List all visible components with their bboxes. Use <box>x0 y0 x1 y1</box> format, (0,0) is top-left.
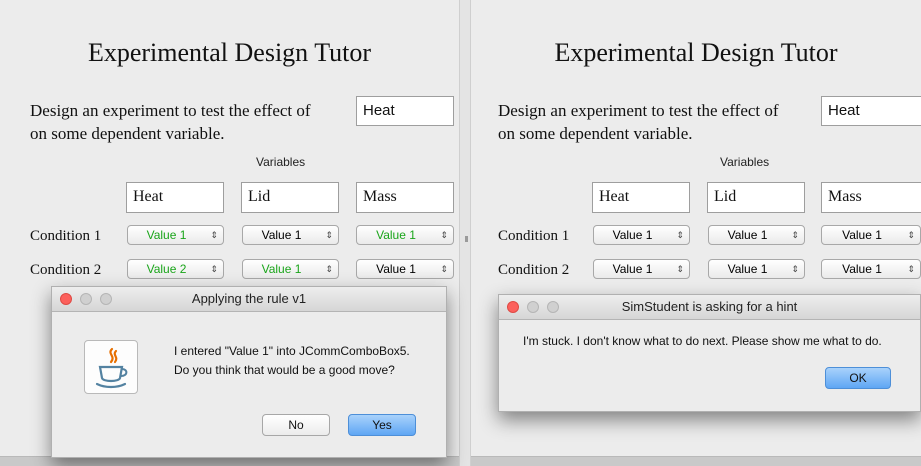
updown-arrow-icon: ⇕ <box>676 230 684 240</box>
updown-arrow-icon: ⇕ <box>210 230 218 240</box>
variable-header-mass[interactable]: Mass <box>821 182 921 213</box>
condition-2-lid-combo[interactable]: Value 1 ⇕ <box>242 259 339 279</box>
condition-1-label: Condition 1 <box>30 228 102 244</box>
condition-1-mass-combo[interactable]: Value 1 ⇕ <box>356 225 454 245</box>
ok-button[interactable]: OK <box>825 367 891 389</box>
condition-2-heat-combo[interactable]: Value 1 ⇕ <box>593 259 690 279</box>
rule-confirm-dialog: Applying the rule v1 I entered "Value 1"… <box>51 286 447 458</box>
updown-arrow-icon: ⇕ <box>907 230 915 240</box>
variables-label: Variables <box>256 155 306 169</box>
variables-label: Variables <box>720 155 770 169</box>
prompt-line-2: on some dependent variable. <box>30 124 225 143</box>
updown-arrow-icon: ⇕ <box>210 264 218 274</box>
updown-arrow-icon: ⇕ <box>791 264 799 274</box>
condition-1-heat-combo[interactable]: Value 1 ⇕ <box>593 225 690 245</box>
updown-arrow-icon: ⇕ <box>440 230 448 240</box>
updown-arrow-icon: ⇕ <box>907 264 915 274</box>
prompt-line-1: Design an experiment to test the effect … <box>498 101 779 120</box>
variable-header-lid[interactable]: Lid <box>707 182 805 213</box>
prompt-line-1: Design an experiment to test the effect … <box>30 101 311 120</box>
variable-header-mass[interactable]: Mass <box>356 182 454 213</box>
dialog-message: I'm stuck. I don't know what to do next.… <box>523 334 882 348</box>
no-button[interactable]: No <box>262 414 330 436</box>
java-coffee-cup-icon <box>84 340 138 394</box>
divider-grip-icon <box>465 236 468 242</box>
condition-1-label: Condition 1 <box>498 228 570 244</box>
updown-arrow-icon: ⇕ <box>440 264 448 274</box>
variable-header-heat[interactable]: Heat <box>126 182 224 213</box>
effect-variable-field[interactable]: Heat <box>356 96 454 126</box>
updown-arrow-icon: ⇕ <box>325 264 333 274</box>
variable-header-lid[interactable]: Lid <box>241 182 339 213</box>
updown-arrow-icon: ⇕ <box>325 230 333 240</box>
split-pane-divider[interactable] <box>459 0 471 466</box>
condition-2-mass-combo[interactable]: Value 1 ⇕ <box>821 259 921 279</box>
condition-1-mass-combo[interactable]: Value 1 ⇕ <box>821 225 921 245</box>
page-title: Experimental Design Tutor <box>87 38 372 67</box>
updown-arrow-icon: ⇕ <box>791 230 799 240</box>
dialog-title: SimStudent is asking for a hint <box>621 299 798 314</box>
hint-request-dialog: SimStudent is asking for a hint I'm stuc… <box>498 294 921 412</box>
condition-2-heat-combo[interactable]: Value 2 ⇕ <box>127 259 224 279</box>
condition-2-mass-combo[interactable]: Value 1 ⇕ <box>356 259 454 279</box>
yes-button[interactable]: Yes <box>348 414 416 436</box>
page-title: Experimental Design Tutor <box>554 38 838 67</box>
updown-arrow-icon: ⇕ <box>676 264 684 274</box>
variable-header-heat[interactable]: Heat <box>592 182 690 213</box>
dialog-titlebar[interactable]: Applying the rule v1 <box>52 287 446 312</box>
dialog-message-line-2: Do you think that would be a good move? <box>174 363 395 377</box>
dialog-titlebar[interactable]: SimStudent is asking for a hint <box>499 295 920 320</box>
dialog-title: Applying the rule v1 <box>191 291 307 306</box>
effect-variable-field[interactable]: Heat <box>821 96 921 126</box>
condition-2-lid-combo[interactable]: Value 1 ⇕ <box>708 259 805 279</box>
condition-1-lid-combo[interactable]: Value 1 ⇕ <box>708 225 805 245</box>
right-status-bar <box>471 456 921 466</box>
condition-2-label: Condition 2 <box>30 262 102 278</box>
dialog-message-line-1: I entered "Value 1" into JCommComboBox5. <box>174 344 410 358</box>
condition-1-lid-combo[interactable]: Value 1 ⇕ <box>242 225 339 245</box>
condition-2-label: Condition 2 <box>498 262 570 278</box>
condition-1-heat-combo[interactable]: Value 1 ⇕ <box>127 225 224 245</box>
prompt-line-2: on some dependent variable. <box>498 124 693 143</box>
